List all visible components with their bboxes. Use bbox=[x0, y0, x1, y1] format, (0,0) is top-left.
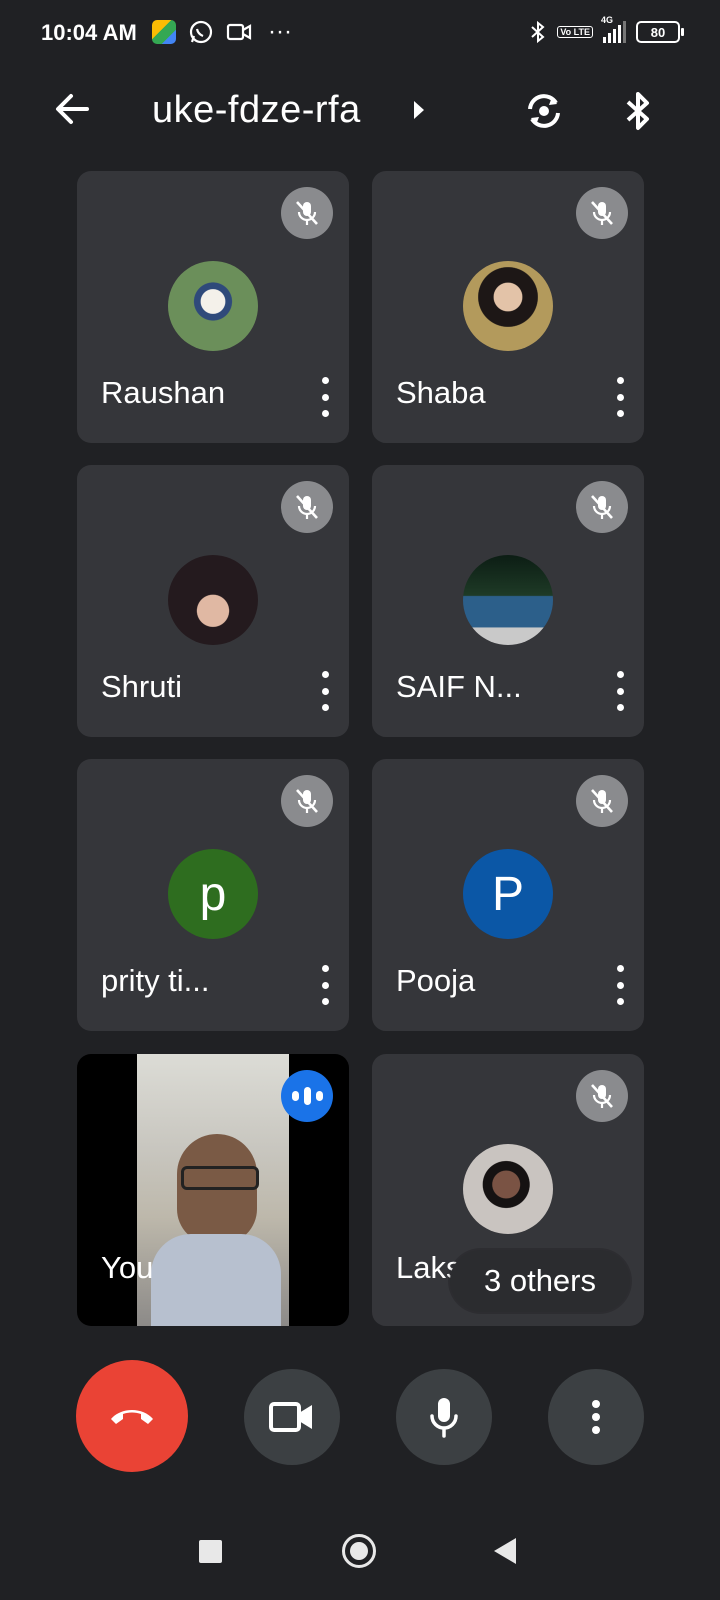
mic-off-icon bbox=[591, 495, 613, 519]
more-options-button[interactable] bbox=[315, 377, 335, 417]
mic-off-icon bbox=[591, 789, 613, 813]
navigation-bar bbox=[0, 1510, 720, 1590]
speaking-indicator bbox=[281, 1070, 333, 1122]
recents-button[interactable] bbox=[199, 1540, 222, 1563]
end-call-button[interactable] bbox=[76, 1360, 188, 1472]
participant-name: Pooja bbox=[396, 963, 476, 998]
self-video-shirt bbox=[151, 1234, 281, 1326]
participant-name: You bbox=[101, 1250, 154, 1285]
avatar bbox=[168, 261, 258, 351]
bluetooth-status-icon bbox=[531, 20, 545, 44]
mic-off-icon bbox=[591, 201, 613, 225]
avatar bbox=[463, 261, 553, 351]
switch-camera-button[interactable] bbox=[520, 87, 568, 135]
back-button[interactable] bbox=[50, 87, 94, 131]
participant-tile[interactable]: p prity ti... bbox=[77, 759, 349, 1031]
participant-tile[interactable]: P Pooja bbox=[372, 759, 644, 1031]
meeting-header: uke-fdze-rfa bbox=[0, 75, 720, 145]
self-video-glasses bbox=[181, 1166, 259, 1190]
participant-tile[interactable]: Shaba bbox=[372, 171, 644, 443]
video-camera-icon bbox=[269, 1402, 312, 1432]
mic-off-indicator bbox=[281, 775, 333, 827]
self-video-tile[interactable]: You bbox=[77, 1054, 349, 1326]
camera-toggle-button[interactable] bbox=[244, 1369, 340, 1465]
avatar bbox=[463, 1144, 553, 1234]
participant-name: Raushan bbox=[101, 375, 226, 410]
participant-name: Shaba bbox=[396, 375, 486, 410]
status-bar: 10:04 AM ··· Vo LTE 4G 80 bbox=[0, 0, 720, 70]
mic-off-indicator bbox=[281, 187, 333, 239]
signal-icon: 4G bbox=[601, 15, 626, 43]
participant-name: prity ti... bbox=[101, 963, 210, 998]
mic-off-icon bbox=[296, 495, 318, 519]
status-time: 10:04 AM bbox=[41, 20, 137, 45]
self-camera-preview bbox=[137, 1054, 289, 1326]
avatar bbox=[168, 555, 258, 645]
volte-icon: Vo LTE bbox=[557, 26, 593, 38]
phone-hangup-icon bbox=[111, 1410, 153, 1424]
mic-off-icon bbox=[296, 201, 318, 225]
mic-off-indicator bbox=[576, 187, 628, 239]
whatsapp-icon bbox=[189, 20, 213, 44]
mic-off-icon bbox=[591, 1084, 613, 1108]
avatar-initial: p bbox=[168, 849, 258, 939]
more-notifications-icon: ··· bbox=[268, 18, 292, 45]
mic-off-indicator bbox=[281, 481, 333, 533]
participant-tile[interactable]: Shruti bbox=[77, 465, 349, 737]
participant-name: SAIF N... bbox=[396, 669, 522, 704]
avatar-initial: P bbox=[463, 849, 553, 939]
others-button[interactable]: 3 others bbox=[450, 1250, 630, 1312]
mic-off-indicator bbox=[576, 481, 628, 533]
battery-icon: 80 bbox=[636, 21, 684, 43]
mic-off-icon bbox=[296, 789, 318, 813]
meeting-code-title[interactable]: uke-fdze-rfa bbox=[152, 89, 361, 132]
avatar bbox=[463, 555, 553, 645]
video-camera-icon bbox=[226, 23, 252, 41]
participant-tile[interactable]: Raushan bbox=[77, 171, 349, 443]
system-icons: Vo LTE 4G 80 bbox=[529, 15, 684, 44]
switch-camera-icon bbox=[528, 94, 560, 128]
meet-app-icon bbox=[152, 20, 176, 44]
audio-output-button[interactable] bbox=[616, 87, 660, 135]
participant-name: Shruti bbox=[101, 669, 182, 704]
mic-icon bbox=[430, 1398, 458, 1438]
participant-tile[interactable]: SAIF N... bbox=[372, 465, 644, 737]
mic-off-indicator bbox=[576, 1070, 628, 1122]
bluetooth-icon bbox=[626, 92, 649, 130]
more-options-button[interactable] bbox=[315, 671, 335, 711]
chevron-right-icon[interactable] bbox=[414, 101, 424, 119]
more-options-button[interactable] bbox=[548, 1369, 644, 1465]
more-vert-icon bbox=[592, 1400, 600, 1434]
mic-toggle-button[interactable] bbox=[396, 1369, 492, 1465]
call-controls bbox=[0, 1360, 720, 1472]
more-options-button[interactable] bbox=[610, 965, 630, 1005]
notification-icons: ··· bbox=[152, 18, 292, 46]
more-options-button[interactable] bbox=[610, 377, 630, 417]
back-nav-button[interactable] bbox=[494, 1538, 516, 1564]
home-button[interactable] bbox=[342, 1534, 376, 1568]
mic-off-indicator bbox=[576, 775, 628, 827]
more-options-button[interactable] bbox=[315, 965, 335, 1005]
more-options-button[interactable] bbox=[610, 671, 630, 711]
arrow-back-icon bbox=[56, 94, 89, 124]
